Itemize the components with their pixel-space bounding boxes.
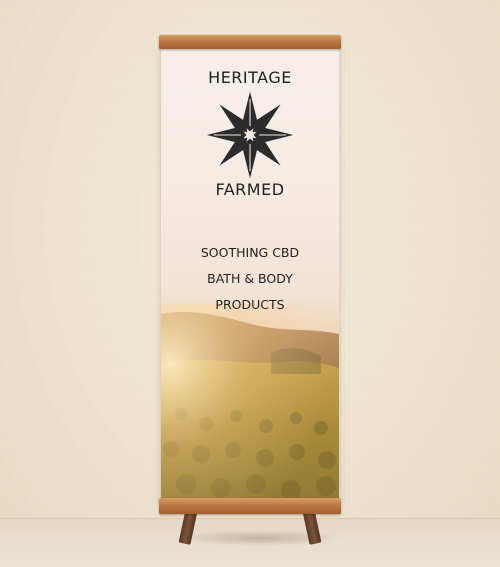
tagline-line: SOOTHING CBD	[200, 245, 300, 260]
eight-point-star-logo-icon	[206, 91, 294, 179]
banner-top-rail	[159, 35, 341, 49]
brand-name-line1: HERITAGE	[208, 68, 292, 87]
rollup-banner: HERITAGE FARMED SOOTHING CBD BATH & BODY…	[161, 44, 339, 502]
field-landscape-image	[161, 304, 339, 502]
tagline: SOOTHING CBD BATH & BODY PRODUCTS	[161, 240, 339, 318]
banner-bottom-base	[159, 498, 341, 514]
brand-name-line2: FARMED	[215, 180, 285, 199]
tagline-line: BATH & BODY	[207, 271, 293, 286]
tagline-line: PRODUCTS	[215, 297, 285, 312]
